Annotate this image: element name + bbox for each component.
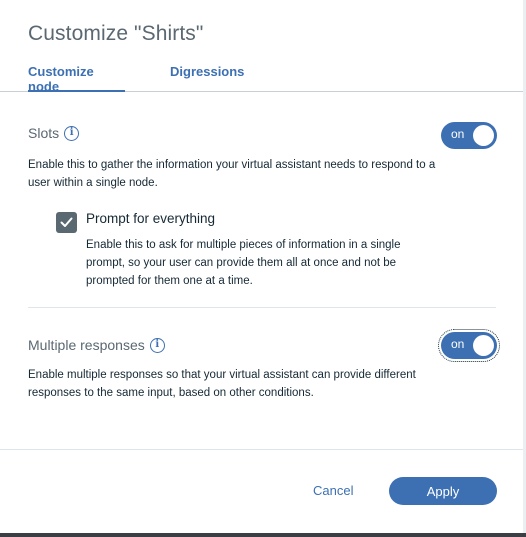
prompt-for-everything-label[interactable]: Prompt for everything <box>86 211 215 226</box>
slots-toggle[interactable]: on <box>441 122 497 149</box>
slots-toggle-text: on <box>451 127 465 141</box>
multiple-responses-toggle-text: on <box>451 337 465 351</box>
checkmark-icon <box>60 217 73 227</box>
apply-button[interactable]: Apply <box>389 477 497 505</box>
customize-node-dialog: Customize "Shirts" Customize node Digres… <box>0 0 526 537</box>
toggle-knob <box>473 335 494 356</box>
cancel-button[interactable]: Cancel <box>313 483 353 498</box>
section-divider <box>28 307 496 308</box>
window-bottom-edge <box>0 533 526 537</box>
slots-description: Enable this to gather the information yo… <box>28 159 436 189</box>
multiple-responses-toggle[interactable]: on <box>438 329 500 362</box>
slots-label-group: Slots i <box>28 125 80 141</box>
info-icon[interactable]: i <box>64 125 80 141</box>
multiple-responses-label: Multiple responses <box>28 337 145 353</box>
info-icon[interactable]: i <box>149 337 165 353</box>
toggle-knob <box>473 125 494 146</box>
tab-bar: Customize node Digressions <box>0 62 526 94</box>
prompt-for-everything-checkbox[interactable] <box>56 212 77 233</box>
tab-customize-node[interactable]: Customize node <box>28 62 125 94</box>
multiple-responses-label-group: Multiple responses i <box>28 337 165 353</box>
slots-label: Slots <box>28 125 60 141</box>
prompt-for-everything-description: Enable this to ask for multiple pieces o… <box>86 239 401 287</box>
tab-digressions[interactable]: Digressions <box>170 62 244 92</box>
dialog-title: Customize "Shirts" <box>28 22 204 45</box>
multiple-responses-description: Enable multiple responses so that your v… <box>28 369 416 399</box>
